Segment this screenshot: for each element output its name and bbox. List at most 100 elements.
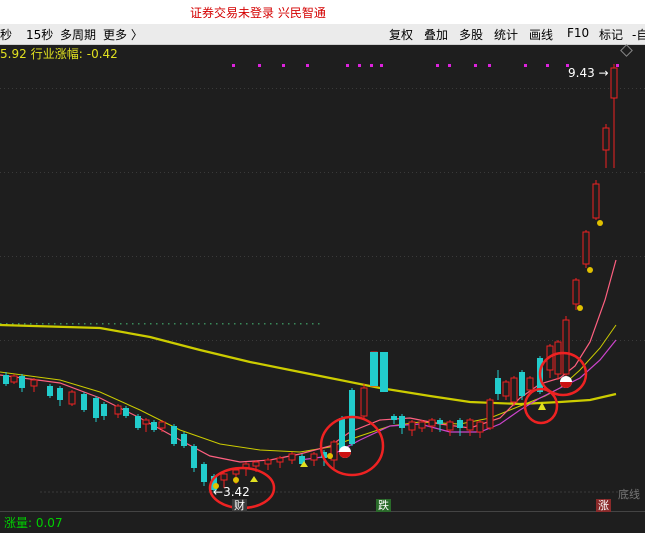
dotted-line-dot [120, 323, 122, 325]
grid-dot [60, 88, 61, 89]
draw-line-button[interactable]: 画线 [529, 26, 553, 43]
grid-dot [60, 340, 61, 341]
settings-diamond-icon[interactable] [620, 44, 633, 57]
grid-dot [552, 340, 553, 341]
grid-dot [132, 256, 133, 257]
magenta-marker [380, 64, 383, 67]
grid-dot [212, 256, 213, 257]
grid-dot [56, 340, 57, 341]
period-second-button[interactable]: 秒 [0, 26, 12, 43]
grid-dot [120, 172, 121, 173]
grid-dot [560, 172, 561, 173]
candle-body-down [181, 434, 187, 446]
multi-period-button[interactable]: 多周期 [60, 26, 96, 43]
grid-dot [316, 340, 317, 341]
grid-dot [348, 256, 349, 257]
grid-dot [80, 340, 81, 341]
grid-dot [592, 340, 593, 341]
grid-dot [288, 88, 289, 89]
login-notice[interactable]: 证券交易未登录 兴民智通 [190, 4, 326, 21]
grid-dot [460, 256, 461, 257]
grid-dot [316, 88, 317, 89]
grid-dot [220, 340, 221, 341]
grid-dot [536, 172, 537, 173]
grid-dot [600, 256, 601, 257]
magenta-marker [306, 64, 309, 67]
grid-dot [76, 256, 77, 257]
ma-short-line [0, 259, 617, 463]
adjust-button[interactable]: 复权 [389, 26, 413, 43]
grid-dot [516, 88, 517, 89]
grid-dot [468, 172, 469, 173]
grid-dot [596, 88, 597, 89]
grid-dot [552, 256, 553, 257]
grid-dot [548, 88, 549, 89]
more-button[interactable]: 更多 〉 [103, 26, 143, 43]
candle-body-down [123, 408, 129, 416]
grid-dot [388, 340, 389, 341]
dotted-line-dot [150, 323, 152, 325]
grid-dot [540, 256, 541, 257]
grid-dot [204, 88, 205, 89]
candle-body-up [610, 67, 618, 99]
drop-event-tag[interactable]: 跌 [376, 499, 391, 512]
dotted-line-dot [102, 323, 104, 325]
grid-dot [488, 172, 489, 173]
f10-button[interactable]: F10 [567, 26, 589, 40]
grid-dot [444, 88, 445, 89]
grid-dot [24, 172, 25, 173]
grid-dot [184, 172, 185, 173]
grid-dot [336, 340, 337, 341]
grid-dot [68, 88, 69, 89]
grid-dot [96, 340, 97, 341]
grid-dot [360, 88, 361, 89]
rise-event-tag[interactable]: 涨 [596, 499, 611, 512]
grid-dot [544, 256, 545, 257]
candle-body-up [502, 381, 510, 397]
grid-dot [68, 256, 69, 257]
grid-dot [32, 172, 33, 173]
grid-dot [368, 172, 369, 173]
grid-dot [608, 88, 609, 89]
grid-dot [216, 340, 217, 341]
grid-dot [624, 256, 625, 257]
dotted-line-dot [60, 323, 62, 325]
grid-dot [48, 340, 49, 341]
grid-dot [232, 340, 233, 341]
period-15s-button[interactable]: 15秒 [26, 26, 53, 43]
grid-dot [340, 88, 341, 89]
candle-body-up [554, 341, 562, 375]
grid-dot [188, 340, 189, 341]
grid-dot [364, 256, 365, 257]
overlay-button[interactable]: 叠加 [424, 26, 448, 43]
grid-dot [476, 172, 477, 173]
candle-body-up [220, 473, 228, 481]
dotted-line-dot [66, 323, 68, 325]
grid-dot [208, 256, 209, 257]
grid-dot [384, 88, 385, 89]
grid-dot [156, 88, 157, 89]
multi-stock-button[interactable]: 多股 [459, 26, 483, 43]
grid-dot [380, 256, 381, 257]
grid-dot [564, 256, 565, 257]
statistics-button[interactable]: 统计 [494, 26, 518, 43]
dotted-line-dot [294, 323, 296, 325]
dotted-line-dot [282, 323, 284, 325]
grid-dot [252, 172, 253, 173]
grid-dot [608, 340, 609, 341]
grid-dot [336, 172, 337, 173]
grid-dot [404, 172, 405, 173]
grid-dot [128, 340, 129, 341]
grid-dot [492, 172, 493, 173]
grid-dot [20, 340, 21, 341]
grid-dot [384, 340, 385, 341]
finance-event-tag[interactable]: 财 [232, 499, 247, 512]
mark-button[interactable]: 标记 [599, 26, 623, 43]
grid-dot [224, 88, 225, 89]
auto-button[interactable]: -自 [632, 26, 645, 43]
grid-dot [620, 340, 621, 341]
grid-dot [528, 256, 529, 257]
grid-dot [496, 340, 497, 341]
candlestick-chart[interactable] [0, 60, 645, 512]
grid-dot [196, 88, 197, 89]
